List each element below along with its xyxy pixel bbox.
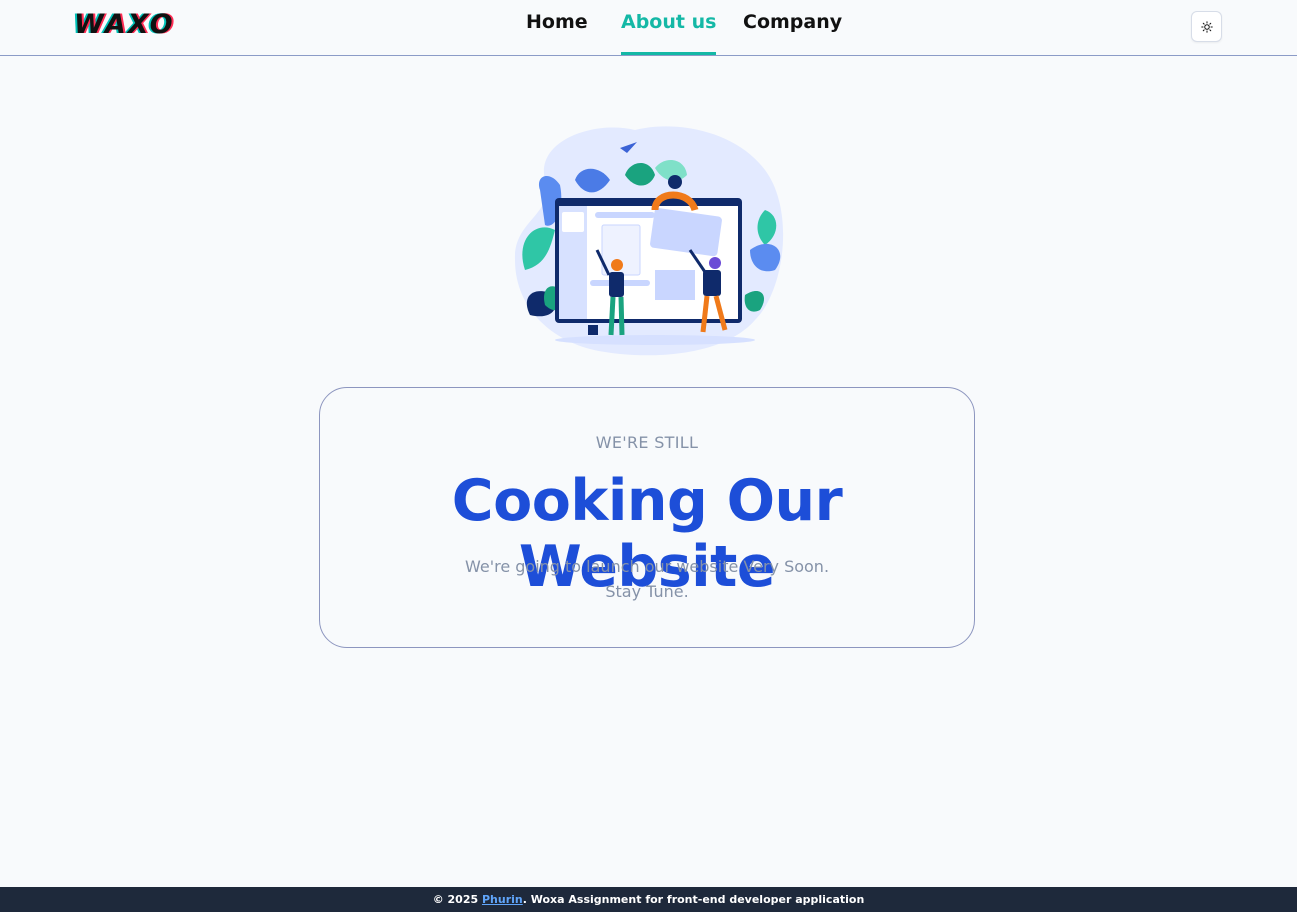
eyebrow-text: WE'RE STILL: [595, 433, 699, 452]
top-navbar: WAXO Home About us Company: [0, 0, 1297, 56]
sun-icon: [1200, 20, 1213, 33]
logo[interactable]: WAXO: [74, 9, 175, 40]
launch-message-line-2: Stay Tune.: [605, 582, 689, 601]
launch-message-line-1: We're going to launch our website Very S…: [464, 557, 830, 576]
launch-message: We're going to launch our website Very S…: [320, 554, 974, 604]
nav-about-us[interactable]: About us: [621, 11, 717, 55]
footer-copyright-prefix: © 2025: [432, 893, 482, 906]
footer-author-link[interactable]: Phurin: [482, 893, 523, 906]
nav-home[interactable]: Home: [526, 11, 588, 55]
team-building-website-illustration: [514, 126, 784, 356]
theme-toggle-button[interactable]: [1191, 11, 1222, 42]
footer-copyright-suffix: . Woxa Assignment for front-end develope…: [522, 893, 865, 906]
footer: © 2025 Phurin. Woxa Assignment for front…: [0, 887, 1297, 912]
coming-soon-card: WE'RE STILL Cooking Our Website We're go…: [319, 387, 975, 648]
nav-company[interactable]: Company: [743, 11, 842, 55]
